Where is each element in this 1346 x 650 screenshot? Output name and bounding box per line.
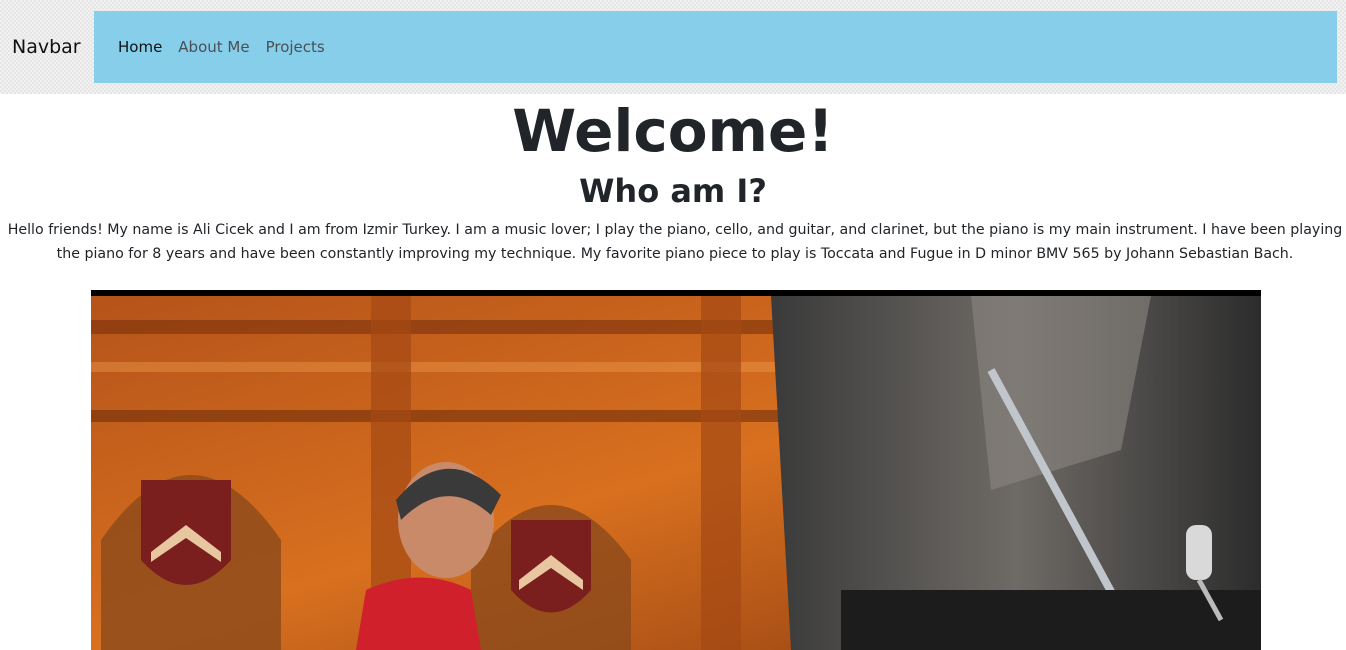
nav-link-projects[interactable]: Projects — [266, 37, 325, 57]
navbar-brand[interactable]: Navbar — [12, 34, 81, 60]
nav-link-home[interactable]: Home — [118, 37, 162, 57]
section-heading: Who am I? — [579, 172, 767, 210]
navbar: Home About Me Projects — [94, 11, 1337, 83]
piano-photo-illustration — [91, 290, 1261, 650]
page-title: Welcome! — [512, 97, 834, 165]
top-bar: Navbar Home About Me Projects — [0, 0, 1346, 94]
nav-link-about-me[interactable]: About Me — [178, 37, 249, 57]
bio-paragraph: Hello friends! My name is Ali Cicek and … — [7, 222, 1343, 262]
piano-photo — [91, 290, 1261, 650]
